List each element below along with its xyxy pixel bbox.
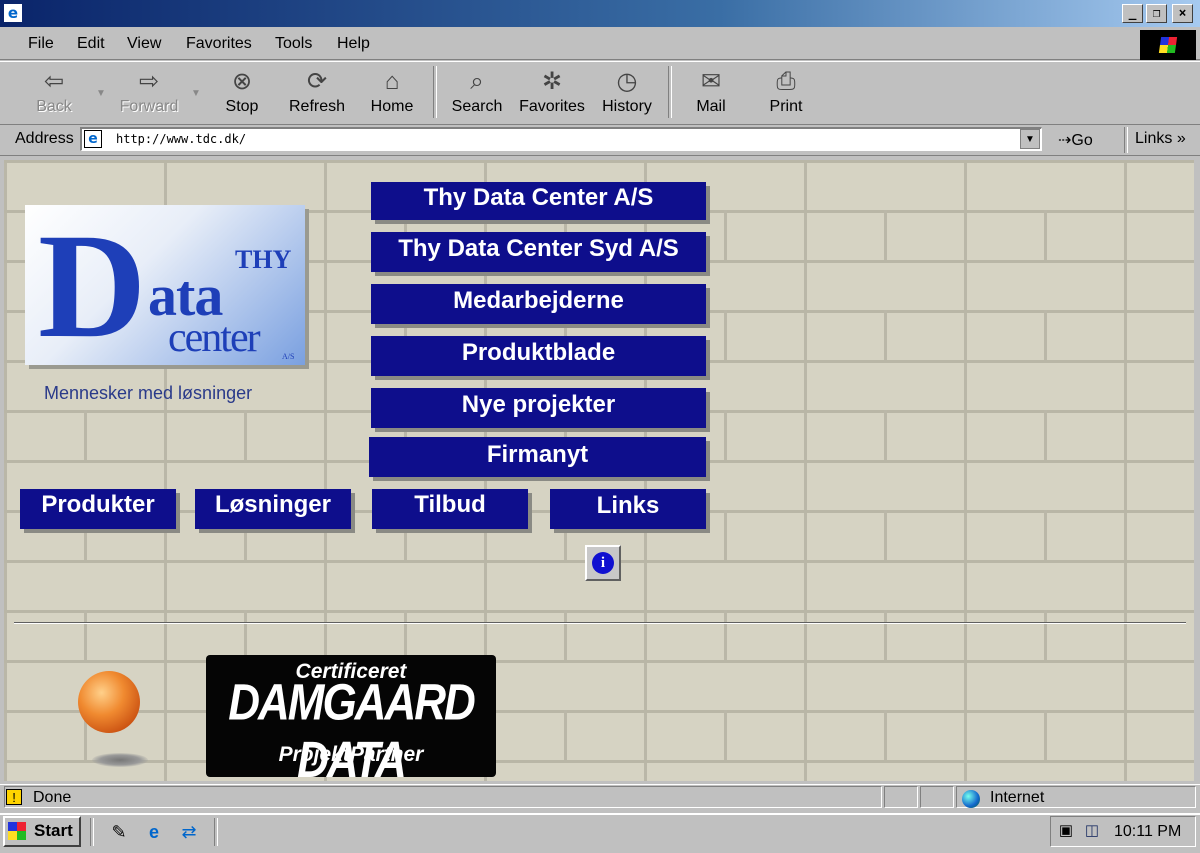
links-button[interactable]: Links » [1135, 130, 1186, 148]
status-panel [884, 786, 918, 808]
certificate-bottom-text: ProjektPartner [278, 743, 424, 766]
refresh-button[interactable]: ⟳ Refresh [283, 66, 351, 120]
print-button[interactable]: ⎙ Print [752, 66, 820, 120]
orange-ball-image [78, 671, 140, 733]
mail-icon: ✉ [700, 68, 722, 95]
menu-view[interactable]: View [127, 35, 161, 53]
minimize-button[interactable]: _ [1122, 4, 1143, 23]
forward-button[interactable]: ⇨ Forward [115, 66, 183, 120]
back-button[interactable]: ⇦ Back [20, 66, 88, 120]
forward-arrow-icon: ⇨ [138, 68, 160, 95]
back-dropdown-icon[interactable]: ▼ [96, 88, 106, 99]
back-arrow-icon: ⇦ [43, 68, 65, 95]
home-label: Home [370, 98, 414, 115]
menu-tools[interactable]: Tools [275, 35, 312, 53]
title-bar: e [0, 0, 1200, 27]
address-label: Address [15, 130, 74, 147]
zone-text: Internet [990, 789, 1045, 806]
nav-firmanyt[interactable]: Firmanyt [369, 437, 706, 477]
go-button[interactable]: ⇢Go [1058, 130, 1093, 150]
network-icon[interactable]: ▣ [1056, 821, 1076, 841]
show-desktop-icon[interactable]: ✎ [107, 820, 131, 844]
close-button[interactable]: × [1172, 4, 1193, 23]
stop-label: Stop [225, 98, 259, 115]
history-label: History [602, 98, 652, 115]
internet-explorer-icon[interactable]: e [142, 820, 166, 844]
logo-thy: THY [235, 245, 292, 274]
chevron-right-icon: » [1176, 130, 1186, 147]
favorites-button[interactable]: ✲ Favorites [516, 66, 588, 120]
home-button[interactable]: ⌂ Home [358, 66, 426, 120]
favorites-folder-icon: ✲ [541, 68, 563, 95]
menu-favorites[interactable]: Favorites [186, 35, 252, 53]
nav-thy-data-center-syd[interactable]: Thy Data Center Syd A/S [371, 232, 706, 272]
nav-nye-projekter[interactable]: Nye projekter [371, 388, 706, 428]
toolbar-separator [433, 66, 437, 118]
display-icon[interactable]: ◫ [1082, 821, 1102, 841]
logo-as: A/S [282, 352, 295, 361]
forward-dropdown-icon[interactable]: ▼ [191, 88, 201, 99]
clock: 10:11 PM [1114, 823, 1182, 840]
horizontal-rule [14, 622, 1186, 624]
internet-globe-icon [962, 790, 980, 808]
nav-medarbejderne[interactable]: Medarbejderne [371, 284, 706, 324]
logo-center: center [168, 315, 261, 361]
refresh-label: Refresh [288, 98, 346, 115]
info-icon: i [592, 552, 614, 574]
menu-bar [0, 29, 1200, 60]
mail-button[interactable]: ✉ Mail [677, 66, 745, 120]
nav-produktblade[interactable]: Produktblade [371, 336, 706, 376]
address-url[interactable]: http://www.tdc.dk/ [116, 132, 246, 146]
certificate-main-text: DAMGAARD DATA [228, 674, 476, 789]
mail-label: Mail [696, 98, 726, 115]
nav-produkter[interactable]: Produkter [20, 489, 176, 529]
print-icon: ⎙ [776, 68, 796, 95]
maximize-button[interactable]: ❐ [1146, 4, 1167, 23]
windows-flag-icon [8, 822, 26, 840]
nav-tilbud[interactable]: Tilbud [372, 489, 528, 529]
ie-icon[interactable]: e [4, 4, 22, 22]
go-label: Go [1071, 132, 1093, 149]
go-arrow-icon: ⇢ [1058, 132, 1072, 149]
address-separator [1124, 127, 1128, 153]
menu-help[interactable]: Help [337, 35, 370, 53]
forward-label: Forward [119, 98, 179, 115]
ball-shadow [92, 753, 148, 767]
search-button[interactable]: ⌕ Search [443, 66, 511, 120]
back-label: Back [36, 98, 72, 115]
home-icon: ⌂ [384, 68, 400, 95]
outlook-express-icon[interactable]: ⇄ [177, 820, 201, 844]
favorites-label: Favorites [519, 98, 585, 115]
taskbar-separator [214, 818, 218, 846]
start-label: Start [34, 821, 73, 840]
links-label: Links [1135, 130, 1173, 147]
scrollbar[interactable] [1194, 160, 1200, 781]
stop-button[interactable]: ⊗ Stop [208, 66, 276, 120]
history-button[interactable]: ◷ History [593, 66, 661, 120]
windows-logo-icon [1140, 30, 1196, 60]
menu-file[interactable]: File [28, 35, 54, 53]
history-icon: ◷ [616, 68, 638, 95]
taskbar-separator [90, 818, 94, 846]
status-panel [920, 786, 954, 808]
tagline: Mennesker med løsninger [44, 383, 253, 403]
refresh-icon: ⟳ [306, 68, 328, 95]
info-button[interactable]: i [585, 545, 621, 581]
search-label: Search [451, 98, 503, 115]
menu-edit[interactable]: Edit [77, 35, 105, 53]
print-label: Print [769, 98, 803, 115]
toolbar-separator [668, 66, 672, 118]
nav-links[interactable]: Links [550, 489, 706, 529]
address-dropdown-icon[interactable]: ▼ [1020, 129, 1040, 149]
stop-icon: ⊗ [231, 68, 253, 95]
logo-letter-d: D [38, 203, 147, 369]
nav-thy-data-center[interactable]: Thy Data Center A/S [371, 182, 706, 220]
page-icon: e [84, 130, 102, 148]
search-icon: ⌕ [470, 68, 484, 95]
nav-losninger[interactable]: Løsninger [195, 489, 351, 529]
